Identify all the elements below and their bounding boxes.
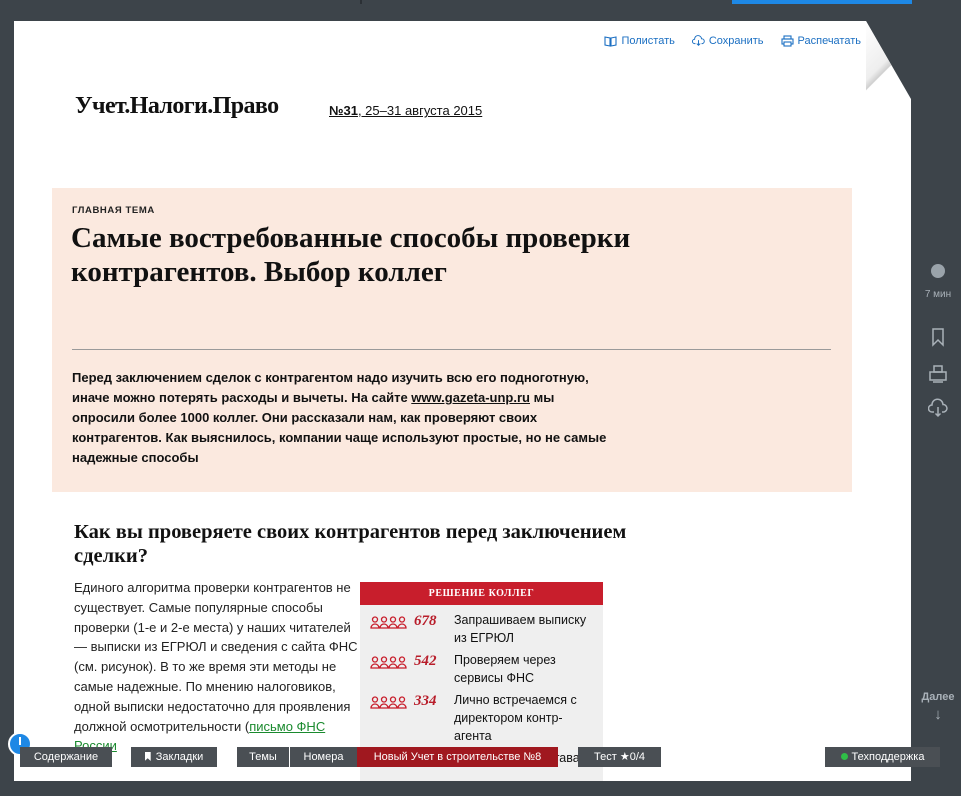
lead-divider xyxy=(72,349,831,350)
bookmark-icon xyxy=(144,752,151,761)
issue-link[interactable]: №31, 25–31 августа 2015 xyxy=(329,103,482,118)
test-button[interactable]: Тест ★0/4 xyxy=(578,747,661,767)
topics-button[interactable]: Темы xyxy=(237,747,289,767)
article-page: Полистать Сохранить Распечатать Учет.Нал… xyxy=(14,21,911,781)
infobox-row: 334 Лично встречаемся с директором контр… xyxy=(360,685,603,743)
infobox-value: 334 xyxy=(414,693,437,709)
star-icon: ★ xyxy=(619,751,630,763)
print-label: Распечатать xyxy=(797,35,861,47)
section-body-text: Единого алгоритма проверки контрагентов … xyxy=(74,580,358,734)
lead-title: Самые востребованные способы проверки ко… xyxy=(71,222,631,288)
section-body: Единого алгоритма проверки контрагентов … xyxy=(74,578,359,756)
people-icon xyxy=(370,616,407,629)
test-label: Тест xyxy=(593,751,617,763)
arrow-down-icon[interactable]: ↓ xyxy=(915,706,961,723)
current-article-tab[interactable]: Новый Учет в строительстве №8 xyxy=(357,747,558,767)
printer-icon[interactable] xyxy=(928,364,948,384)
publication-logo[interactable]: Учет.Налоги.Право xyxy=(75,93,279,120)
infobox-label: Лично встречаемся с директором контр-аге… xyxy=(454,693,577,743)
support-label: Техподдержка xyxy=(851,751,925,763)
section-title: Как вы проверяете своих контрагентов пер… xyxy=(74,521,627,567)
bookmarks-button[interactable]: Закладки xyxy=(131,747,217,767)
contents-button[interactable]: Содержание xyxy=(20,747,112,767)
support-button[interactable]: Техподдержка xyxy=(825,747,940,767)
bookmark-icon[interactable] xyxy=(928,327,948,347)
save-button[interactable]: Сохранить xyxy=(691,35,764,47)
test-total: /4 xyxy=(635,751,645,763)
infobox-label: Проверяем через сервисы ФНС xyxy=(454,653,556,685)
infobox-label: Запрашиваем выписку из ЕГРЮЛ xyxy=(454,613,587,645)
reading-time-icon xyxy=(931,264,945,278)
next-button[interactable]: Далее xyxy=(915,691,961,703)
reading-time: 7 мин xyxy=(924,289,952,300)
issue-number: №31 xyxy=(329,103,358,118)
bookmarks-label: Закладки xyxy=(155,751,204,763)
infobox-row: 542 Проверяем через сервисы ФНС xyxy=(360,645,603,685)
lead-box: ГЛАВНАЯ ТЕМА Самые востребованные способ… xyxy=(52,188,852,492)
people-icon xyxy=(370,696,407,709)
online-status-icon xyxy=(840,753,848,760)
top-progress-strip xyxy=(732,0,912,4)
issue-dates: , 25–31 августа 2015 xyxy=(357,103,483,118)
top-divider xyxy=(360,0,362,4)
lead-kicker: ГЛАВНАЯ ТЕМА xyxy=(72,205,155,216)
read-label: Полистать xyxy=(621,35,675,47)
save-label: Сохранить xyxy=(708,35,764,47)
side-panel: 7 мин Далее ↓ xyxy=(915,0,961,775)
print-button[interactable]: Распечатать xyxy=(780,35,861,47)
printer-icon xyxy=(780,35,794,47)
cloud-download-icon[interactable] xyxy=(928,398,948,418)
site-link[interactable]: www.gazeta-unp.ru xyxy=(411,390,530,405)
infobox-value: 542 xyxy=(414,653,437,669)
infobox-value: 678 xyxy=(414,613,437,629)
infobox-row: 678 Запрашиваем выписку из ЕГРЮЛ xyxy=(360,605,603,645)
lead-text: Перед заключением сделок с контрагентом … xyxy=(72,368,612,468)
people-icon xyxy=(370,656,407,669)
read-button[interactable]: Полистать xyxy=(604,35,675,47)
article-toolbar: Полистать Сохранить Распечатать xyxy=(604,35,861,47)
cloud-download-icon xyxy=(691,35,705,47)
issues-button[interactable]: Номера xyxy=(290,747,357,767)
open-book-icon xyxy=(604,36,618,47)
infobox-header: РЕШЕНИЕ КОЛЛЕГ xyxy=(360,582,603,605)
